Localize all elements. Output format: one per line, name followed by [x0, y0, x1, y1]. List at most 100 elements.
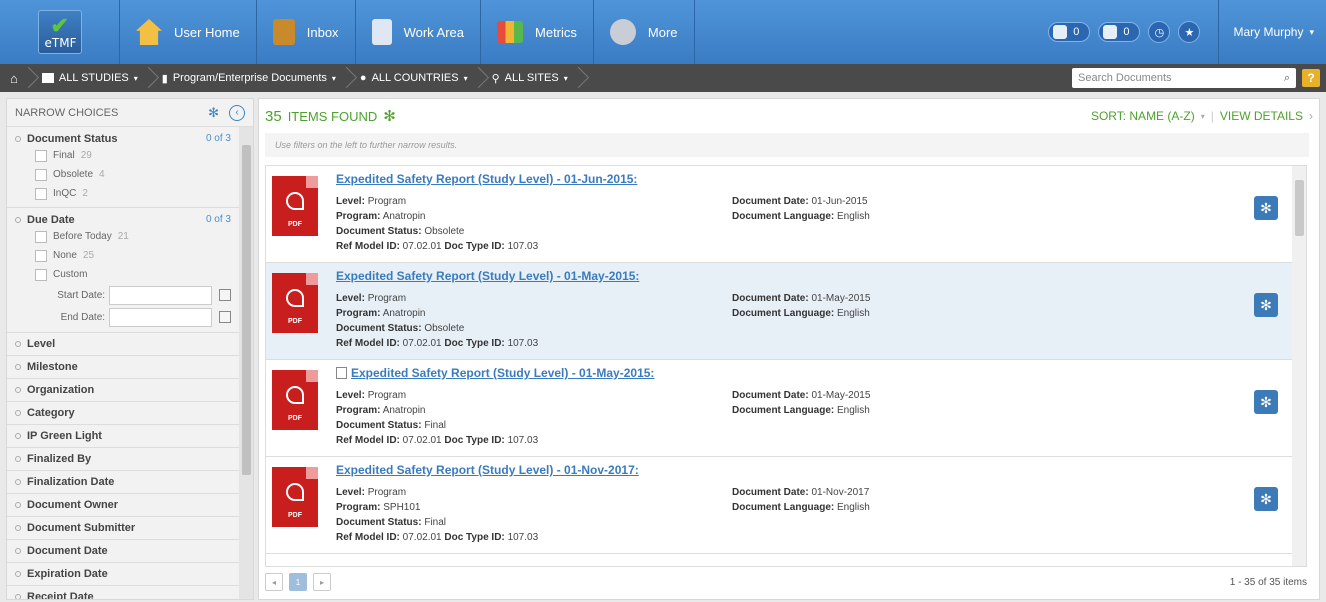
facet-due-date-header[interactable]: Due Date 0 of 3: [15, 212, 231, 227]
logo-icon: ✔ eTMF: [37, 10, 82, 54]
narrow-choices-panel: NARROW CHOICES ✻ ‹ Document Status 0 of …: [6, 98, 254, 600]
filter-option[interactable]: None 25: [15, 246, 231, 265]
row-actions-gear-button[interactable]: ✻: [1254, 293, 1278, 317]
page-button[interactable]: 1: [289, 573, 307, 591]
next-page-button[interactable]: ▸: [313, 573, 331, 591]
start-date-input[interactable]: [109, 285, 213, 305]
field-label: Program:: [336, 405, 381, 416]
breadcrumb-studies[interactable]: ALL STUDIES ▾: [32, 64, 152, 92]
document-row[interactable]: PDF Expedited Safety Report (Study Level)…: [266, 263, 1306, 360]
field-label: Doc Type ID:: [444, 435, 505, 446]
facet-document-date[interactable]: Document Date: [7, 540, 239, 563]
prev-page-button[interactable]: ◂: [265, 573, 283, 591]
facet-finalization-date[interactable]: Finalization Date: [7, 471, 239, 494]
document-row[interactable]: PDF Expedited Safety Report (Study Level)…: [266, 457, 1306, 554]
nav-user-home-label: User Home: [174, 24, 240, 40]
copy-icon: [336, 367, 347, 379]
expand-icon: [15, 216, 21, 223]
option-label: Custom: [53, 269, 88, 280]
field-value: Program: [367, 196, 407, 207]
facet-document-owner[interactable]: Document Owner: [7, 494, 239, 517]
nav-more[interactable]: More: [594, 0, 695, 64]
view-details-link[interactable]: VIEW DETAILS: [1220, 109, 1303, 123]
status-field: Document Status: Obsolete: [336, 323, 464, 334]
facet-category[interactable]: Category: [7, 402, 239, 425]
facet-finalized-by[interactable]: Finalized By: [7, 448, 239, 471]
breadcrumb-countries[interactable]: ● ALL COUNTRIES ▾: [350, 64, 482, 92]
divider: |: [1210, 109, 1214, 123]
checkbox[interactable]: [35, 187, 47, 200]
field-label: Document Language:: [732, 211, 835, 222]
checkbox[interactable]: [35, 149, 47, 162]
checkbox[interactable]: [35, 230, 47, 243]
field-value: 07.02.01: [402, 435, 442, 446]
breadcrumb-home[interactable]: ⌂: [0, 64, 32, 92]
favorites-star-icon[interactable]: ★: [1178, 21, 1201, 43]
field-value: 07.02.01: [402, 532, 442, 543]
field-label: Document Date:: [732, 196, 809, 207]
document-title-link[interactable]: Expedited Safety Report (Study Level) - …: [336, 463, 639, 477]
field-value: 01-Jun-2015: [811, 196, 868, 207]
help-button[interactable]: ?: [1302, 69, 1320, 87]
end-date-input[interactable]: [109, 307, 213, 327]
facet-label: Level: [27, 338, 56, 350]
user-menu[interactable]: Mary Murphy ▾: [1218, 0, 1314, 64]
list-scroll-thumb[interactable]: [1295, 180, 1304, 236]
notifications-badge[interactable]: 0: [1098, 22, 1141, 42]
row-actions-gear-button[interactable]: ✻: [1254, 487, 1278, 511]
calendar-icon[interactable]: [219, 289, 231, 301]
row-actions-gear-button[interactable]: ✻: [1254, 196, 1278, 220]
document-title-link[interactable]: Expedited Safety Report (Study Level) - …: [336, 366, 654, 380]
breadcrumb-documents[interactable]: ▮ Program/Enterprise Documents ▾: [152, 64, 350, 92]
facet-organization[interactable]: Organization: [7, 379, 239, 402]
filter-option[interactable]: Custom: [15, 265, 231, 284]
facet-receipt-date[interactable]: Receipt Date: [7, 586, 239, 599]
search-documents-input[interactable]: Search Documents ⌕: [1072, 68, 1296, 88]
field-value: Obsolete: [424, 226, 465, 237]
sort-dropdown[interactable]: SORT: NAME (A-Z): [1091, 109, 1195, 123]
option-label: Obsolete: [53, 169, 94, 180]
etmf-logo[interactable]: ✔ eTMF: [0, 0, 120, 64]
gear-icon[interactable]: ✻: [208, 105, 219, 121]
facet-ip-green-light[interactable]: IP Green Light: [7, 425, 239, 448]
document-row[interactable]: PDF Expedited Safety Report (Study Level)…: [266, 360, 1306, 457]
breadcrumb-sites-label: ALL SITES: [504, 72, 559, 84]
tasks-badge[interactable]: 0: [1048, 22, 1091, 42]
nav-user-home[interactable]: User Home: [120, 0, 257, 64]
facet-expiration-date[interactable]: Expiration Date: [7, 563, 239, 586]
facet-milestone[interactable]: Milestone: [7, 356, 239, 379]
filter-option[interactable]: InQC 2: [15, 184, 231, 203]
checkbox[interactable]: [35, 249, 47, 262]
nav-inbox[interactable]: Inbox: [257, 0, 356, 64]
filter-option[interactable]: Obsolete 4: [15, 165, 231, 184]
checkbox[interactable]: [35, 268, 47, 281]
row-actions-gear-button[interactable]: ✻: [1254, 390, 1278, 414]
breadcrumb-sites[interactable]: ⚲ ALL SITES ▾: [482, 64, 582, 92]
facet-document-submitter[interactable]: Document Submitter: [7, 517, 239, 540]
field-value: Anatropin: [382, 405, 426, 416]
nav-work-area[interactable]: Work Area: [356, 0, 482, 64]
facet-level[interactable]: Level: [7, 333, 239, 356]
document-title-link[interactable]: Expedited Safety Report (Study Level) - …: [336, 172, 637, 186]
document-row[interactable]: PDF Expedited Safety Report (Study Level)…: [266, 166, 1306, 263]
document-title-link[interactable]: Expedited Safety Report (Study Level) - …: [336, 269, 639, 283]
field-value: Program: [367, 487, 407, 498]
expand-icon: [15, 135, 21, 142]
collapse-panel-icon[interactable]: ‹: [229, 104, 245, 121]
nav-metrics[interactable]: Metrics: [481, 0, 594, 64]
field-label: Doc Type ID:: [444, 532, 505, 543]
field-value: Anatropin: [382, 308, 426, 319]
history-icon[interactable]: ◷: [1148, 21, 1171, 43]
checkbox[interactable]: [35, 168, 47, 181]
gear-icon[interactable]: ✻: [383, 107, 396, 125]
expand-icon: [15, 433, 21, 439]
sidebar-scroll-thumb[interactable]: [242, 145, 251, 475]
nav-right: 0 0 ◷ ★ Mary Murphy ▾: [1048, 0, 1326, 64]
search-icon[interactable]: ⌕: [1284, 72, 1290, 85]
filter-option[interactable]: Before Today 21: [15, 227, 231, 246]
facet-document-status-header[interactable]: Document Status 0 of 3: [15, 131, 231, 146]
document-date-field: Document Date: 01-May-2015: [732, 293, 870, 304]
calendar-icon[interactable]: [219, 311, 231, 323]
field-label: Document Date:: [732, 293, 809, 304]
filter-option[interactable]: Final 29: [15, 146, 231, 165]
